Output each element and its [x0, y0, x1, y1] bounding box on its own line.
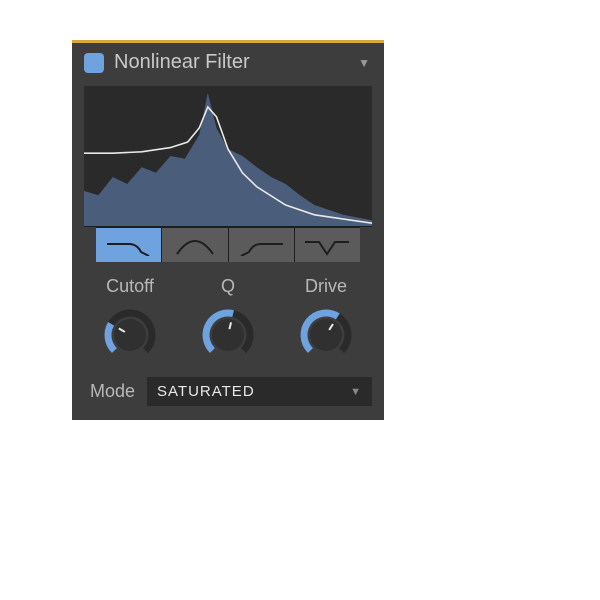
knobs-row: Cutoff Q Drive	[90, 276, 366, 363]
filter-panel: Nonlinear Filter ▼	[72, 40, 384, 420]
q-knob[interactable]	[200, 307, 256, 363]
graph-container	[84, 86, 372, 262]
lowpass-icon	[105, 234, 153, 256]
notch-icon	[303, 234, 351, 256]
mode-label: Mode	[90, 381, 135, 402]
drive-control: Drive	[286, 276, 366, 363]
mode-dropdown[interactable]: SATURATED ▼	[147, 377, 372, 406]
filter-tab-bandpass[interactable]	[162, 228, 227, 262]
highpass-icon	[237, 234, 285, 256]
drive-label: Drive	[305, 276, 347, 297]
cutoff-control: Cutoff	[90, 276, 170, 363]
bandpass-icon	[171, 234, 219, 256]
panel-title: Nonlinear Filter	[114, 51, 358, 74]
filter-tab-highpass[interactable]	[229, 228, 294, 262]
collapse-icon[interactable]: ▼	[358, 56, 370, 70]
filter-response-graph[interactable]	[84, 86, 372, 227]
mode-value: SATURATED	[157, 383, 255, 400]
q-label: Q	[221, 276, 235, 297]
filter-tab-lowpass[interactable]	[96, 228, 161, 262]
enable-toggle[interactable]	[84, 53, 104, 73]
panel-header: Nonlinear Filter ▼	[72, 43, 384, 82]
filter-type-tabs	[96, 227, 360, 262]
cutoff-knob[interactable]	[102, 307, 158, 363]
cutoff-label: Cutoff	[106, 276, 154, 297]
drive-knob[interactable]	[298, 307, 354, 363]
q-control: Q	[188, 276, 268, 363]
filter-tab-notch[interactable]	[295, 228, 360, 262]
mode-row: Mode SATURATED ▼	[90, 377, 372, 406]
chevron-down-icon: ▼	[350, 386, 362, 398]
